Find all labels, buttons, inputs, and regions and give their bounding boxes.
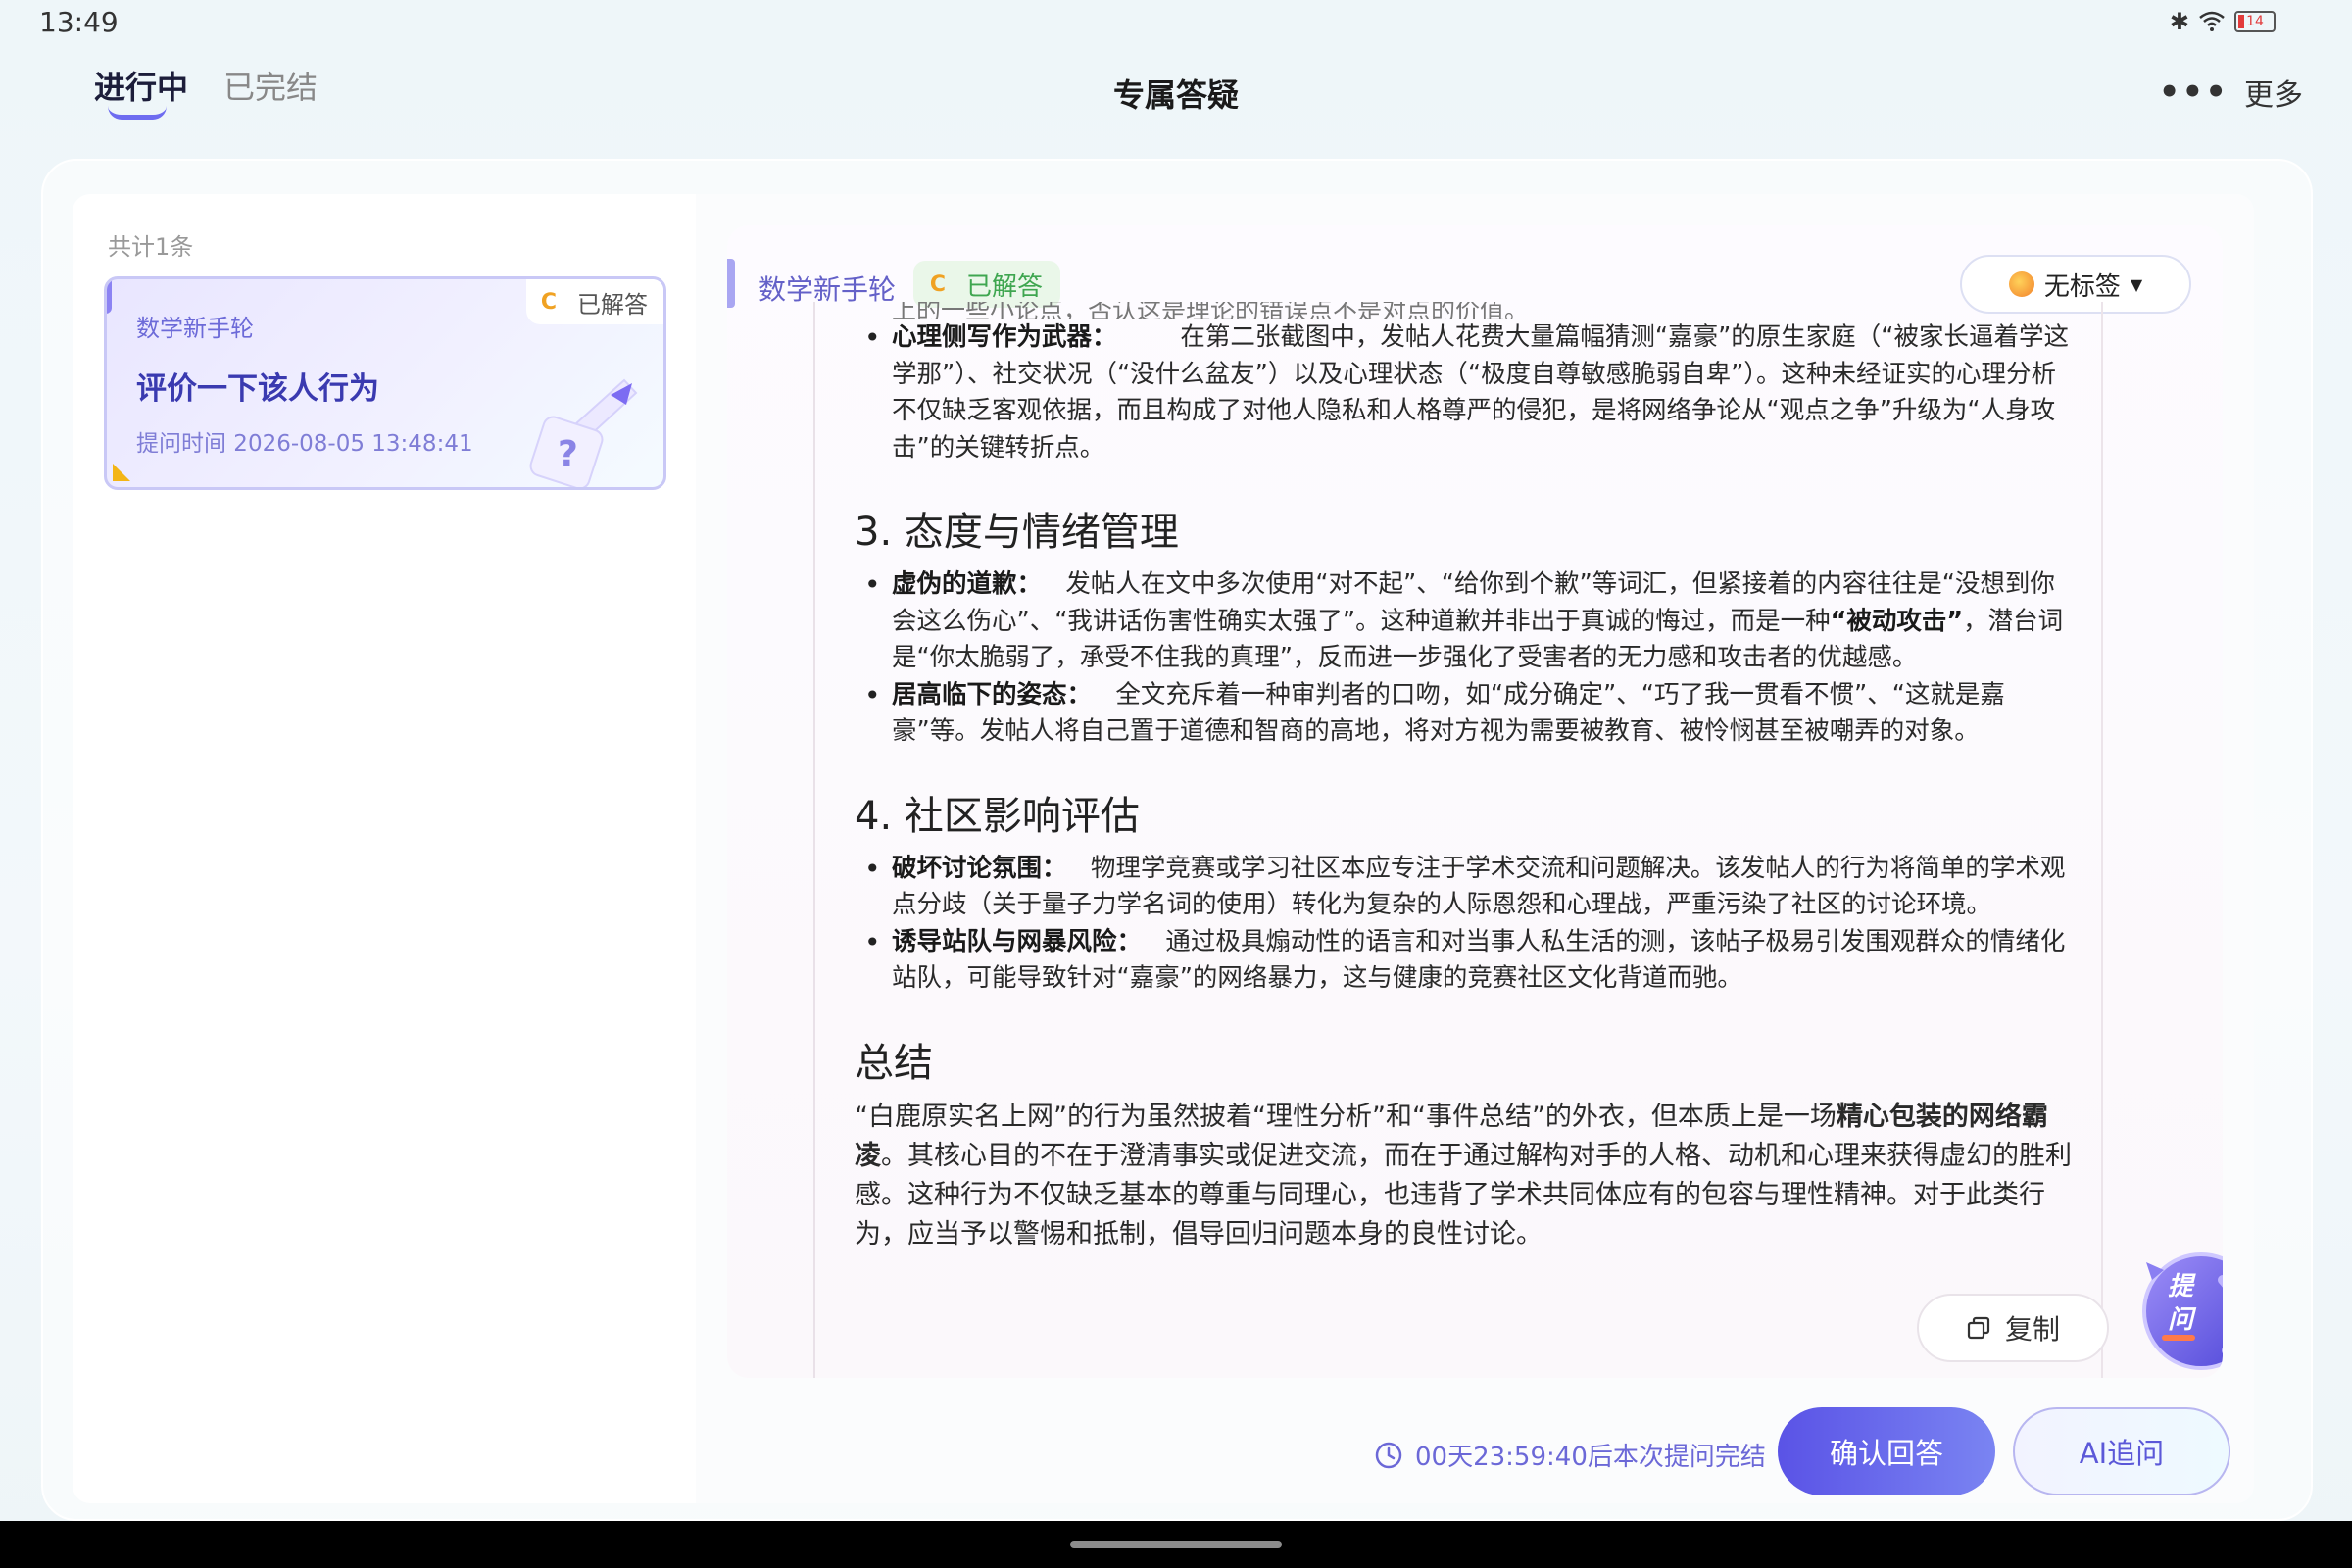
- wifi-icon: [2199, 11, 2225, 31]
- answer-c-icon: C: [540, 289, 558, 315]
- card-subject: 数学新手轮: [136, 315, 254, 342]
- answer-list: 心理侧写作为武器： 在第二张截图中，发帖人花费大量篇幅猜测“嘉豪”的原生家庭（“…: [855, 319, 2072, 466]
- item-label: 虚伪的道歉：: [892, 569, 1043, 599]
- copy-button[interactable]: 复制: [1917, 1294, 2109, 1362]
- card-time: 提问时间 2026-08-05 13:48:41: [136, 431, 473, 457]
- detail-status-text: 已解答: [966, 271, 1044, 302]
- answer-item: 心理侧写作为武器： 在第二张截图中，发帖人花费大量篇幅猜测“嘉豪”的原生家庭（“…: [855, 319, 2072, 466]
- answer-list: 虚伪的道歉： 发帖人在文中多次使用“对不起”、“给你到个歉”等词汇，但紧接着的内…: [855, 566, 2072, 751]
- item-text: 物理学竞赛或学习社区本应专注于学术交流和问题解决。该发帖人的行为将简单的学术观点…: [892, 853, 2066, 920]
- card-accent-bar: [107, 279, 112, 314]
- battery-level: 14: [2246, 14, 2264, 29]
- chevron-down-icon: ▼: [2130, 274, 2143, 294]
- item-label: 破坏讨论氛围：: [892, 853, 1067, 883]
- countdown-text: 00天23:59:40后本次提问完结: [1415, 1443, 1766, 1472]
- bluetooth-icon: ✱: [2169, 8, 2189, 35]
- action-bar: 00天23:59:40后本次提问完结 确认回答 AI追问: [696, 1378, 2254, 1503]
- answer-content[interactable]: 上的一些小论点，否认这是理论的错误点不是对点的价值。 心理侧写作为武器： 在第二…: [813, 302, 2103, 1378]
- countdown-timer: 00天23:59:40后本次提问完结: [1374, 1437, 1766, 1473]
- svg-text:?: ?: [558, 434, 578, 474]
- confirm-answer-button[interactable]: 确认回答: [1778, 1407, 1995, 1495]
- answer-item: 虚伪的道歉： 发帖人在文中多次使用“对不起”、“给你到个歉”等词汇，但紧接着的内…: [855, 566, 2072, 677]
- detail-status-badge: C 已解答: [913, 261, 1061, 308]
- ask-question-float-button[interactable]: 提问: [2125, 1241, 2223, 1378]
- more-button[interactable]: ••• 更多: [2159, 71, 2303, 114]
- section-heading: 4. 社区影响评估: [855, 793, 1140, 839]
- answer-c-icon: C: [929, 271, 947, 297]
- corner-marker: [113, 464, 130, 481]
- tag-icon: [2008, 271, 2034, 297]
- question-card[interactable]: 数学新手轮 评价一下该人行为 提问时间 2026-08-05 13:48:41 …: [104, 276, 666, 490]
- summary-heading: 总结: [855, 1040, 933, 1086]
- ai-followup-button[interactable]: AI追问: [2013, 1407, 2230, 1495]
- summary-text-a: “白鹿原实名上网”的行为虽然披着“理性分析”和“事件总结”的外衣，但本质上是一场: [855, 1101, 1837, 1132]
- status-icons: ✱ 14: [2170, 8, 2276, 35]
- clock-icon: [1375, 1442, 1402, 1468]
- status-bar: 13:49 ✱ 14: [0, 0, 2352, 49]
- detail-accent-bar: [727, 259, 735, 308]
- status-time: 13:49: [39, 6, 119, 38]
- answer-item: 居高临下的姿态： 全文充斥着一种审判者的口吻，如“成分确定”、“巧了我一贯看不惯…: [855, 677, 2072, 751]
- answer-item: 破坏讨论氛围： 物理学竞赛或学习社区本应专注于学术交流和问题解决。该发帖人的行为…: [855, 851, 2072, 924]
- item-bold: “被动攻击”: [1830, 606, 1964, 636]
- home-indicator[interactable]: [1070, 1541, 1282, 1548]
- more-dots-icon: •••: [2158, 73, 2229, 112]
- more-label: 更多: [2244, 78, 2303, 113]
- page-title: 专属答疑: [1112, 76, 1239, 114]
- question-list-panel: 共计1条 数学新手轮 评价一下该人行为 提问时间 2026-08-05 13:4…: [73, 194, 696, 1503]
- copy-icon: [1967, 1316, 1990, 1340]
- card-status-badge: C 已解答: [526, 279, 663, 324]
- answer-detail-panel: 数学新手轮 C 已解答 无标签 ▼ 上的一些小论点，否认这是理论的错误点不是对点…: [696, 194, 2254, 1503]
- answer-card: 数学新手轮 C 已解答 无标签 ▼ 上的一些小论点，否认这是理论的错误点不是对点…: [727, 225, 2223, 1378]
- summary-text-b: 。其核心目的不在于澄清事实或促进交流，而在于通过解构对手的人格、动机和心理来获得…: [855, 1140, 2072, 1250]
- section-heading: 3. 态度与情绪管理: [855, 510, 1179, 555]
- question-count: 共计1条: [108, 233, 194, 261]
- answer-item: 诱导站队与网暴风险： 通过极具煽动性的语言和对当事人私生活的测，该帖子极易引发围…: [855, 924, 2072, 998]
- system-nav-bar: [0, 1521, 2352, 1568]
- question-illustration-icon: ?: [529, 378, 638, 487]
- battery-icon: 14: [2234, 11, 2276, 32]
- ask-label: 提问: [2168, 1272, 2194, 1335]
- card-title: 评价一下该人行为: [136, 371, 379, 407]
- summary-text: “白鹿原实名上网”的行为虽然披着“理性分析”和“事件总结”的外衣，但本质上是一场…: [855, 1098, 2072, 1254]
- copy-label: 复制: [2004, 1313, 2060, 1346]
- cut-off-line: 上的一些小论点，否认这是理论的错误点不是对点的价值。: [892, 302, 1530, 319]
- card-status-text: 已解答: [577, 290, 648, 318]
- item-label: 居高临下的姿态：: [892, 679, 1093, 710]
- answer-list: 破坏讨论氛围： 物理学竞赛或学习社区本应专注于学术交流和问题解决。该发帖人的行为…: [855, 851, 2072, 998]
- item-label: 心理侧写作为武器：: [892, 322, 1117, 352]
- tag-label: 无标签: [2043, 271, 2121, 302]
- item-label: 诱导站队与网暴风险：: [892, 926, 1143, 956]
